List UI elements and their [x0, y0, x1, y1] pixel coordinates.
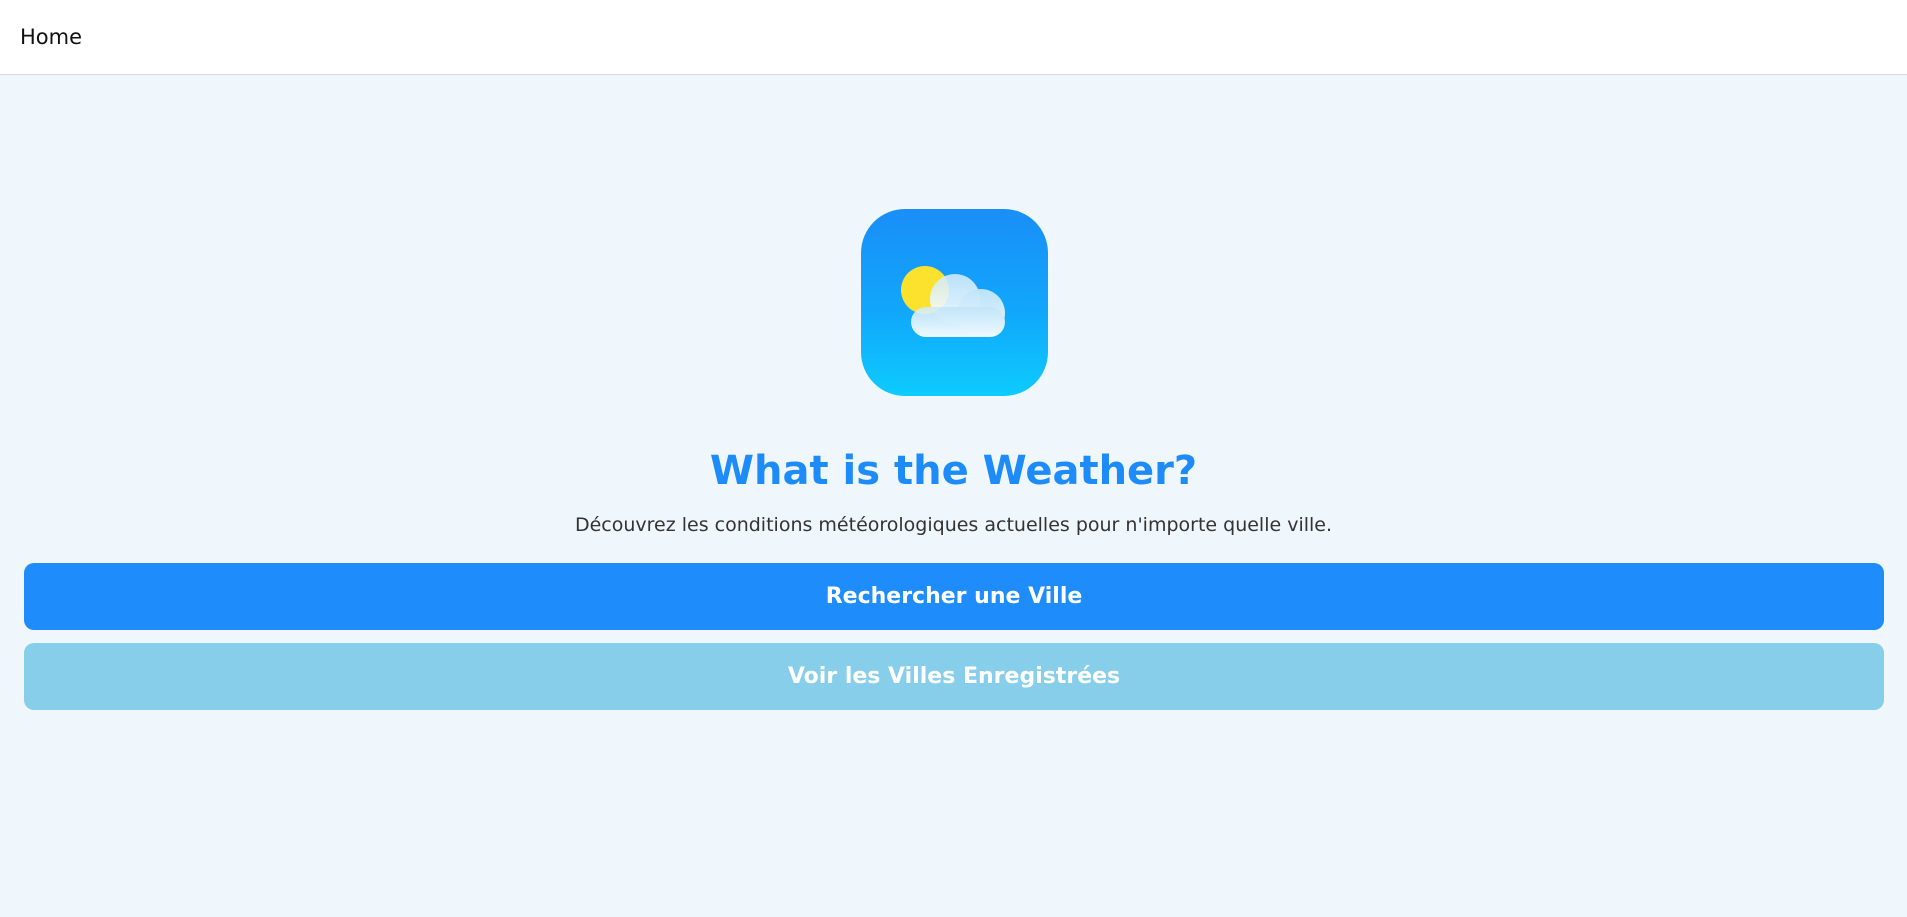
app-title: What is the Weather?	[709, 448, 1198, 494]
page-title: Home	[20, 25, 83, 49]
top-bar: Home	[0, 0, 1907, 75]
weather-app-logo-icon	[861, 209, 1048, 396]
search-city-button[interactable]: Rechercher une Ville	[24, 563, 1884, 630]
home-content: What is the Weather? Découvrez les condi…	[0, 76, 1907, 917]
saved-cities-button[interactable]: Voir les Villes Enregistrées	[24, 643, 1884, 710]
app-subtitle: Découvrez les conditions météorologiques…	[574, 514, 1333, 536]
sun-cloud-icon	[901, 266, 1005, 337]
